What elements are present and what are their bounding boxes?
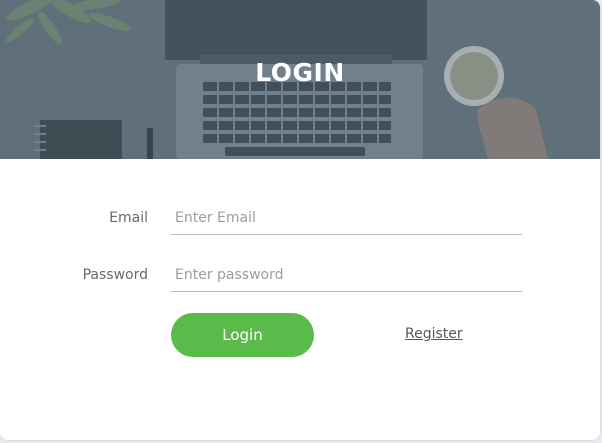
- email-field[interactable]: [171, 201, 522, 235]
- password-field[interactable]: [171, 258, 522, 292]
- header-banner: LOGIN: [0, 0, 600, 159]
- login-button[interactable]: Login: [171, 313, 314, 357]
- login-card: LOGIN Email Password Login Register: [0, 0, 600, 440]
- page-title: LOGIN: [255, 58, 345, 87]
- register-link[interactable]: Register: [405, 326, 463, 342]
- email-label: Email: [109, 210, 148, 226]
- password-label: Password: [82, 267, 148, 283]
